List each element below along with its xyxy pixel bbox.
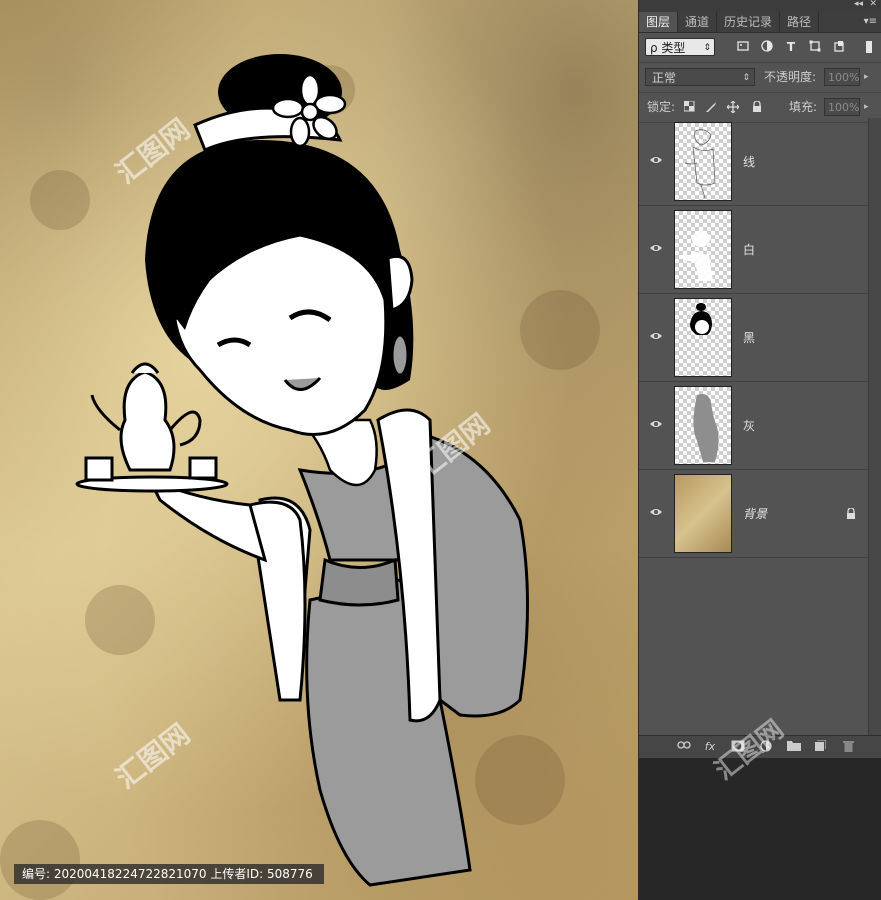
lock-position-icon[interactable]: [726, 100, 740, 114]
panel-menu-icon[interactable]: ▾≡: [864, 12, 877, 32]
close-panel-icon[interactable]: ✕: [869, 0, 877, 9]
shape-filter-icon[interactable]: [808, 40, 822, 54]
trash-icon[interactable]: [841, 740, 855, 754]
layer-thumbnail-lines: [674, 122, 732, 201]
visibility-eye-icon[interactable]: [649, 418, 663, 430]
link-icon[interactable]: [677, 740, 691, 754]
document-canvas[interactable]: 汇图网 汇图网 汇图网 编号: 20200418224722821070 上传者…: [0, 0, 638, 900]
layers-panel: ◂◂ ✕ 图层 通道 历史记录 路径 ▾≡ ρ 类型 ⇕ T 正常 ⇕ 不透明度: …: [638, 0, 881, 900]
visibility-eye-icon[interactable]: [649, 506, 663, 518]
filter-row: ρ 类型 ⇕ T: [639, 33, 881, 63]
fill-slider-icon[interactable]: ▸: [864, 98, 869, 116]
layer-name[interactable]: 背景: [743, 470, 767, 558]
geisha-illustration: [0, 54, 600, 900]
visibility-eye-icon[interactable]: [649, 154, 663, 166]
layer-lock-icon: [847, 508, 855, 519]
adjustment-filter-icon[interactable]: [760, 40, 774, 54]
layer-list: 线 白 黑 灰 背景: [639, 118, 868, 735]
blend-row: 正常 ⇕ 不透明度: 100% ▸: [639, 63, 881, 93]
smart-object-filter-icon[interactable]: [832, 40, 846, 54]
visibility-eye-icon[interactable]: [649, 242, 663, 254]
layer-row[interactable]: 线: [639, 118, 868, 206]
group-folder-icon[interactable]: [787, 740, 801, 754]
collapse-panel-icon[interactable]: ◂◂: [854, 0, 863, 9]
lock-transparent-pixels-icon[interactable]: [683, 100, 695, 113]
visibility-eye-icon[interactable]: [649, 330, 663, 342]
panel-empty-area: [639, 758, 881, 900]
tab-paths[interactable]: 路径: [780, 12, 820, 32]
layer-row[interactable]: 背景: [639, 470, 868, 558]
layer-row[interactable]: 黑: [639, 294, 868, 382]
panel-header-strip: ◂◂ ✕: [639, 0, 881, 12]
layer-list-scrollbar[interactable]: [868, 118, 881, 735]
layer-name[interactable]: 白: [743, 206, 755, 294]
layer-row[interactable]: 灰: [639, 382, 868, 470]
layer-thumbnail-black: [674, 298, 732, 377]
layer-name[interactable]: 黑: [743, 294, 755, 382]
image-filter-icon[interactable]: [736, 40, 750, 54]
tab-history[interactable]: 历史记录: [717, 12, 781, 32]
new-layer-icon[interactable]: [813, 739, 827, 754]
opacity-label: 不透明度:: [764, 70, 817, 84]
layer-row[interactable]: 白: [639, 206, 868, 294]
filter-toggle-icon[interactable]: [862, 40, 876, 54]
layer-thumbnail-gray: [674, 386, 732, 465]
blend-mode-select[interactable]: 正常 ⇕: [645, 68, 755, 86]
type-filter-icon[interactable]: T: [784, 40, 798, 54]
lock-all-icon[interactable]: [751, 100, 763, 113]
opacity-slider-icon[interactable]: ▸: [864, 68, 869, 86]
image-caption: 编号: 20200418224722821070 上传者ID: 508776: [14, 864, 324, 884]
layer-name[interactable]: 灰: [743, 382, 755, 470]
layer-filter-select[interactable]: ρ 类型 ⇕: [645, 38, 715, 56]
layer-thumbnail-white: [674, 210, 732, 289]
tab-channels[interactable]: 通道: [678, 12, 718, 32]
lock-image-pixels-icon[interactable]: [705, 101, 717, 113]
layer-thumbnail-background: [674, 474, 732, 553]
fill-input[interactable]: 100%: [824, 98, 860, 116]
panel-tabs: 图层 通道 历史记录 路径 ▾≡: [639, 12, 881, 33]
opacity-input[interactable]: 100%: [824, 68, 860, 86]
layer-name[interactable]: 线: [743, 118, 755, 206]
tab-layers[interactable]: 图层: [639, 12, 679, 32]
